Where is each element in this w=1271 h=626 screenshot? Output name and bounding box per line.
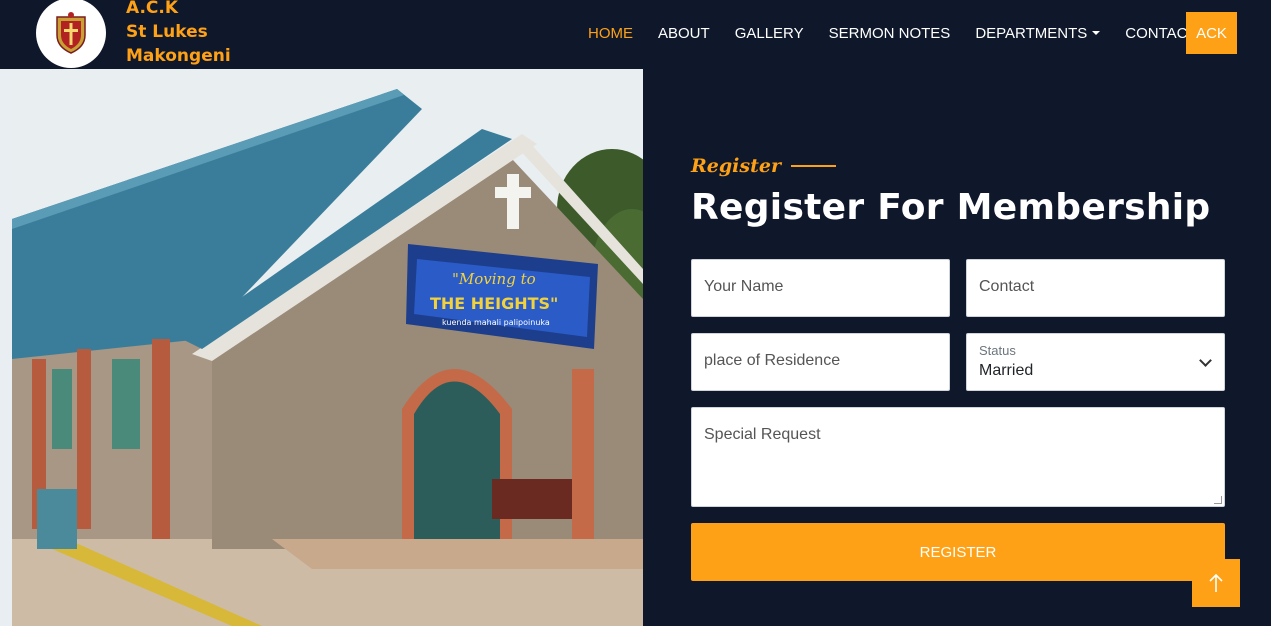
brand-line-1: A.C.K <box>126 0 179 18</box>
banner-line-1: "Moving to <box>452 270 536 288</box>
banner-line-3: kuenda mahali palipoinuka <box>442 318 550 327</box>
eyebrow-divider <box>790 165 836 167</box>
nav-home[interactable]: HOME <box>588 25 633 42</box>
arrow-up-icon <box>1209 573 1223 592</box>
request-placeholder: Special Request <box>704 426 821 443</box>
chevron-down-icon <box>1199 354 1212 367</box>
special-request-textarea[interactable]: Special Request <box>691 407 1225 507</box>
church-photo: "Moving to THE HEIGHTS" kuenda mahali pa… <box>0 69 643 626</box>
residence-field[interactable]: place of Residence <box>691 333 950 391</box>
contact-placeholder: Contact <box>979 278 1035 295</box>
nav-about[interactable]: ABOUT <box>658 25 710 42</box>
resize-handle-icon[interactable] <box>1214 496 1222 504</box>
nav-gallery[interactable]: GALLERY <box>735 25 804 42</box>
church-illustration: "Moving to THE HEIGHTS" kuenda mahali pa… <box>12 69 643 626</box>
back-to-top-button[interactable] <box>1192 559 1240 607</box>
name-placeholder: Your Name <box>704 278 784 295</box>
form-title: Register For Membership <box>691 187 1211 228</box>
navbar: A.C.K St Lukes Makongeni HOME ABOUT GALL… <box>0 0 1271 69</box>
caret-down-icon <box>1092 31 1101 35</box>
name-field[interactable]: Your Name <box>691 259 950 317</box>
ack-button[interactable]: ACK <box>1186 12 1237 54</box>
nav-links: HOME ABOUT GALLERY SERMON NOTES DEPARTME… <box>588 0 1222 66</box>
banner-line-2: THE HEIGHTS" <box>430 294 558 313</box>
status-select[interactable]: Status Married <box>966 333 1225 391</box>
status-label: Status <box>979 343 1016 358</box>
status-value: Married <box>979 362 1034 379</box>
brand-line-2: St Lukes <box>126 22 208 42</box>
register-button[interactable]: REGISTER <box>691 523 1225 581</box>
brand-name[interactable]: A.C.K St Lukes Makongeni <box>126 0 231 68</box>
church-crest-icon <box>56 12 86 54</box>
nav-departments-label: DEPARTMENTS <box>975 24 1088 42</box>
contact-field[interactable]: Contact <box>966 259 1225 317</box>
section-eyebrow: Register <box>691 155 836 177</box>
residence-placeholder: place of Residence <box>704 352 841 369</box>
brand-line-3: Makongeni <box>126 46 231 66</box>
membership-form-section: Register Register For Membership Your Na… <box>643 69 1271 626</box>
eyebrow-text: Register <box>691 155 781 177</box>
church-logo[interactable] <box>36 0 106 68</box>
nav-departments[interactable]: DEPARTMENTS <box>975 24 1101 42</box>
nav-sermon-notes[interactable]: SERMON NOTES <box>829 25 951 42</box>
